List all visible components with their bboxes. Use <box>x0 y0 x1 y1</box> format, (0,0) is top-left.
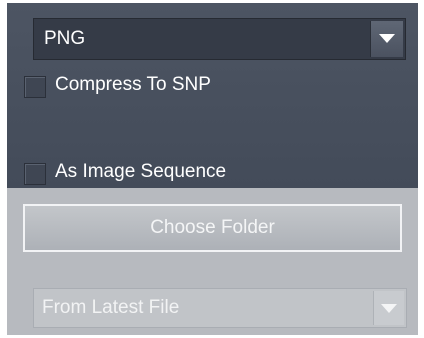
format-dropdown-value: PNG <box>44 28 86 49</box>
choose-folder-button[interactable]: Choose Folder <box>23 204 402 252</box>
compress-checkbox-label[interactable]: Compress To SNP <box>55 74 211 96</box>
image-sequence-checkbox[interactable] <box>24 163 46 185</box>
format-dropdown-button[interactable] <box>370 21 403 57</box>
compress-checkbox[interactable] <box>24 76 46 98</box>
format-dropdown[interactable]: PNG <box>33 18 406 60</box>
image-sequence-checkbox-label[interactable]: As Image Sequence <box>55 161 226 183</box>
export-panel: PNG Compress To SNP As Image Sequence Ch… <box>7 3 418 335</box>
source-dropdown-value: From Latest File <box>42 297 180 318</box>
source-dropdown-button[interactable] <box>373 291 404 325</box>
chevron-down-icon <box>381 304 397 313</box>
source-dropdown[interactable]: From Latest File <box>33 288 407 328</box>
chevron-down-icon <box>379 34 395 43</box>
options-section: PNG Compress To SNP As Image Sequence <box>7 3 418 188</box>
